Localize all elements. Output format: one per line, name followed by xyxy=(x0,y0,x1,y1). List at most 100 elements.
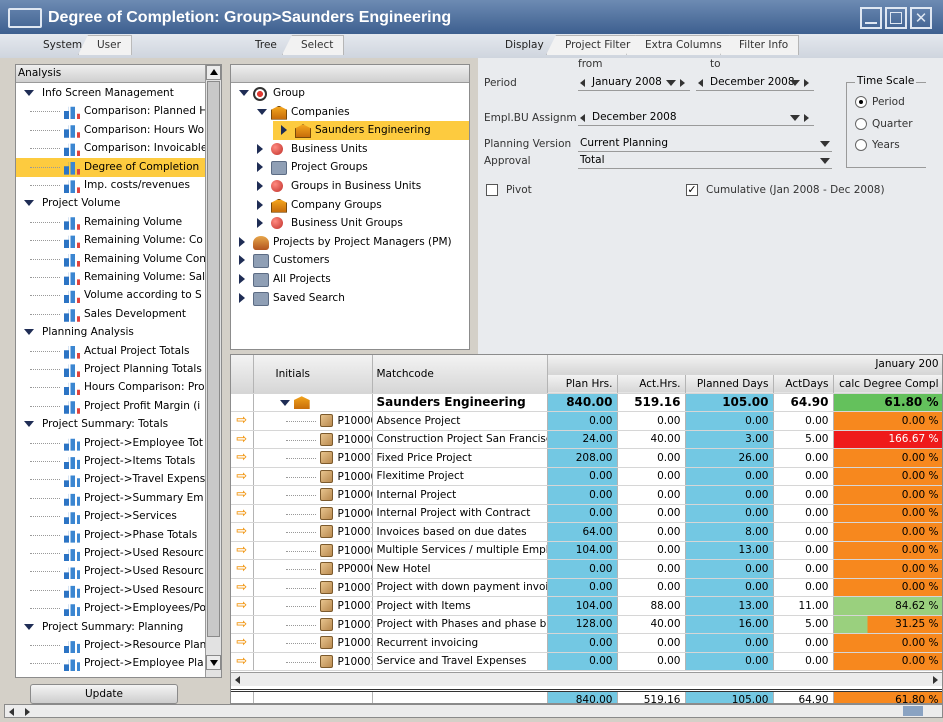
maximize-button[interactable] xyxy=(885,7,907,29)
header-calc-degree[interactable]: calc Degree Compl xyxy=(833,374,942,394)
analysis-item[interactable]: Project->Used Resourc xyxy=(16,544,205,563)
table-row[interactable]: ⇨P100014Fixed Price Project208.000.0026.… xyxy=(231,448,942,468)
close-button[interactable]: ✕ xyxy=(910,7,932,29)
expand-icon[interactable] xyxy=(239,292,245,303)
tree-node[interactable]: Saunders Engineering xyxy=(273,121,469,141)
header-act-days[interactable]: ActDays xyxy=(773,374,834,394)
empl-bu-prev-icon[interactable] xyxy=(580,114,585,122)
time-scale-period-radio[interactable] xyxy=(855,96,867,108)
table-row[interactable]: ⇨ P100005Construction Project San Francis… xyxy=(231,430,942,449)
expand-icon[interactable] xyxy=(257,162,263,173)
table-row[interactable]: ⇨ P100017Project with down payment invoic… xyxy=(231,578,942,597)
analysis-item[interactable]: Project->Employees/Po xyxy=(16,599,205,618)
collapse-icon[interactable] xyxy=(257,108,267,115)
analysis-item[interactable]: Remaining Volume Con xyxy=(16,250,205,269)
expand-icon[interactable] xyxy=(281,125,287,136)
analysis-folder[interactable]: Planning Analysis xyxy=(16,323,205,342)
analysis-item[interactable]: Imp. costs/revenues xyxy=(16,176,205,195)
expand-icon[interactable] xyxy=(24,623,34,630)
table-row[interactable]: ⇨ P100008Multiple Services / multiple Emp… xyxy=(231,541,942,560)
row-pointer-icon[interactable]: ⇨ xyxy=(231,615,254,634)
period-to-dropdown-icon[interactable] xyxy=(790,80,800,86)
analysis-item[interactable]: Project Profit Margin (i xyxy=(16,397,205,416)
empl-bu-next-icon[interactable] xyxy=(804,114,809,122)
analysis-item[interactable]: Project->Used Resourc xyxy=(16,562,205,581)
tab-tree[interactable]: Tree xyxy=(236,35,288,55)
row-pointer-icon[interactable]: ⇨ xyxy=(231,541,254,560)
window-scroll-thumb[interactable] xyxy=(903,706,923,716)
row-pointer-icon[interactable]: ⇨ xyxy=(231,578,254,597)
expand-icon[interactable] xyxy=(24,200,34,207)
analysis-item[interactable]: Hours Comparison: Pro xyxy=(16,378,205,397)
empl-bu-field[interactable]: December 2008 xyxy=(578,109,814,126)
row-pointer-icon[interactable]: ⇨ xyxy=(231,504,254,523)
period-from-field[interactable]: January 2008 xyxy=(578,74,690,91)
table-row[interactable]: ⇨PP000001New Hotel0.000.000.000.000.00 % xyxy=(231,559,942,579)
table-row[interactable]: ⇨P100001Absence Project0.000.000.000.000… xyxy=(231,411,942,431)
period-to-prev-icon[interactable] xyxy=(698,79,703,87)
expand-icon[interactable] xyxy=(279,400,290,407)
tab-display[interactable]: Display xyxy=(486,35,555,55)
tree-node[interactable]: All Projects xyxy=(231,270,469,289)
table-row[interactable]: ⇨P100002Flexitime Project0.000.000.000.0… xyxy=(231,467,942,486)
table-row[interactable]: ⇨P100012Service and Travel Expenses0.000… xyxy=(231,652,942,671)
analysis-item[interactable]: Comparison: Invoicable xyxy=(16,139,205,158)
window-horizontal-scrollbar[interactable] xyxy=(4,704,943,718)
analysis-item[interactable]: Comparison: Planned H xyxy=(16,102,205,121)
header-matchcode[interactable]: Matchcode xyxy=(372,355,548,394)
analysis-item[interactable]: Remaining Volume xyxy=(16,213,205,232)
analysis-folder[interactable]: Info Screen Management xyxy=(16,84,205,103)
period-from-prev-icon[interactable] xyxy=(580,79,585,87)
analysis-item[interactable]: Comparison: Hours Wo xyxy=(16,121,205,140)
row-pointer-icon[interactable]: ⇨ xyxy=(231,652,254,671)
analysis-item[interactable]: Remaining Volume: Sal xyxy=(16,268,205,287)
analysis-scrollbar[interactable] xyxy=(205,65,221,677)
expand-icon[interactable] xyxy=(24,90,34,96)
row-pointer-icon[interactable]: ⇨ xyxy=(231,596,254,616)
update-button[interactable]: Update xyxy=(30,684,178,704)
analysis-item[interactable]: Project->Resource Plan xyxy=(16,636,205,655)
analysis-folder[interactable]: Project Summary: Totals xyxy=(16,415,205,434)
tree-node[interactable]: Business Units xyxy=(231,140,469,159)
table-row[interactable]: ⇨P100016Recurrent invoicing0.000.000.000… xyxy=(231,633,942,653)
analysis-item[interactable]: Project->Services xyxy=(16,507,205,526)
analysis-item[interactable]: Remaining Volume: Co xyxy=(16,231,205,250)
tree-node[interactable]: Project Groups xyxy=(231,158,469,177)
scroll-up-button[interactable] xyxy=(206,65,221,80)
cumulative-checkbox[interactable]: ✓ xyxy=(686,184,698,196)
period-from-next-icon[interactable] xyxy=(680,79,685,87)
header-plan-hrs[interactable]: Plan Hrs. xyxy=(547,374,618,394)
planning-version-dropdown-icon[interactable] xyxy=(820,141,830,147)
tree-node[interactable]: Business Unit Groups xyxy=(231,214,469,233)
analysis-item[interactable]: Project->Phase Totals xyxy=(16,526,205,545)
table-row[interactable]: ⇨P100003Internal Project with Contract0.… xyxy=(231,504,942,523)
window-scroll-left-icon[interactable] xyxy=(9,708,14,716)
tree-node[interactable]: Company Groups xyxy=(231,196,469,215)
analysis-item[interactable]: Actual Project Totals xyxy=(16,342,205,361)
expand-icon[interactable] xyxy=(239,236,245,247)
table-row[interactable]: ⇨ P100011Project with Items104.0088.0013.… xyxy=(231,596,942,616)
row-pointer-icon[interactable]: ⇨ xyxy=(231,467,254,486)
expand-icon[interactable] xyxy=(24,329,34,336)
period-from-dropdown-icon[interactable] xyxy=(666,80,676,86)
scroll-down-button[interactable] xyxy=(206,655,221,670)
period-to-next-icon[interactable] xyxy=(804,79,809,87)
analysis-item[interactable]: Project->Travel Expens xyxy=(16,470,205,489)
minimize-button[interactable] xyxy=(860,7,882,29)
approval-dropdown-icon[interactable] xyxy=(820,158,830,164)
time-scale-quarter-radio[interactable] xyxy=(855,118,867,130)
row-pointer-icon[interactable]: ⇨ xyxy=(231,559,254,579)
grid-scroll-right-icon[interactable] xyxy=(933,676,938,684)
tree-node[interactable]: Saved Search xyxy=(231,289,469,308)
pivot-checkbox[interactable] xyxy=(486,184,498,196)
analysis-item[interactable]: Degree of Completion xyxy=(16,157,205,177)
analysis-item[interactable]: Volume according to S xyxy=(16,286,205,305)
grid-scroll-left-icon[interactable] xyxy=(235,676,240,684)
header-planned-days[interactable]: Planned Days xyxy=(685,374,774,394)
grid-horizontal-scrollbar[interactable] xyxy=(231,672,942,686)
analysis-item[interactable]: Project->Employee Tot xyxy=(16,434,205,453)
tab-select[interactable]: Select xyxy=(282,35,345,55)
expand-icon[interactable] xyxy=(239,274,245,284)
analysis-item[interactable]: Project Planning Totals xyxy=(16,360,205,379)
empl-bu-dropdown-icon[interactable] xyxy=(790,115,800,121)
